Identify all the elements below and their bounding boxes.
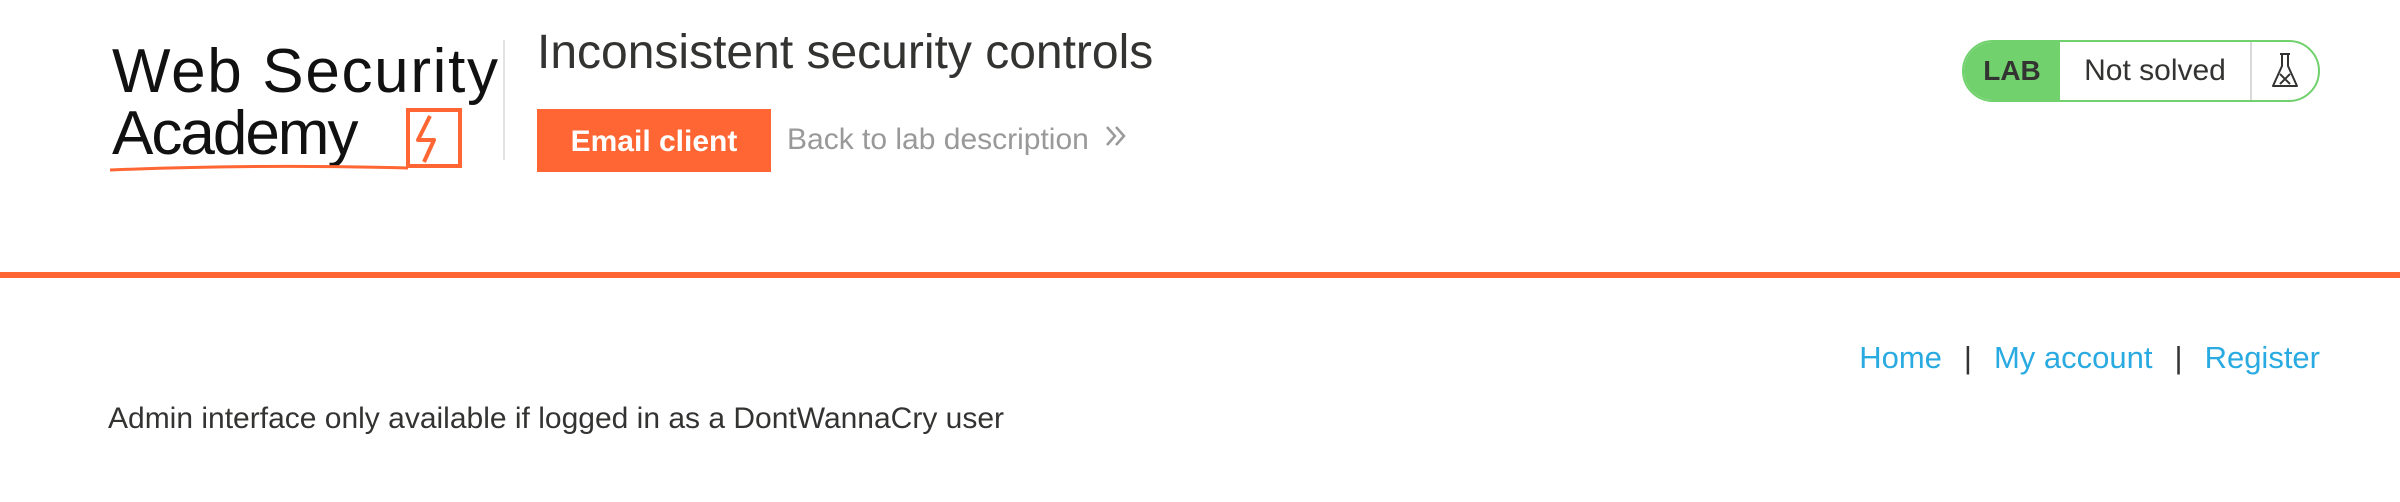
web-security-academy-logo[interactable]: Web Security Academy [108,36,500,176]
email-client-button[interactable]: Email client [537,109,771,172]
lab-status-widget: LAB Not solved [1962,40,2320,102]
header-divider [503,40,505,160]
nav-separator: | [2174,340,2183,375]
nav-register-link[interactable]: Register [2205,338,2320,378]
top-nav: Home | My account | Register [1859,338,2320,378]
lab-header: Web Security Academy Inconsistent securi… [0,0,2400,272]
lab-badge: LAB [1964,42,2060,100]
flask-icon [2252,42,2318,100]
header-accent-bar [0,272,2400,278]
nav-my-account-link[interactable]: My account [1994,338,2153,378]
nav-separator: | [1963,340,1972,375]
svg-text:Academy: Academy [112,99,358,168]
lab-status-text: Not solved [2060,42,2252,100]
back-to-lab-description-link[interactable]: Back to lab description [787,118,1129,162]
nav-home-link[interactable]: Home [1859,338,1942,378]
double-chevron-right-icon [1103,123,1129,157]
svg-text:Web Security: Web Security [112,37,498,106]
back-link-label: Back to lab description [787,123,1089,156]
lab-title: Inconsistent security controls [537,26,1154,79]
admin-notice-text: Admin interface only available if logged… [108,402,1005,435]
